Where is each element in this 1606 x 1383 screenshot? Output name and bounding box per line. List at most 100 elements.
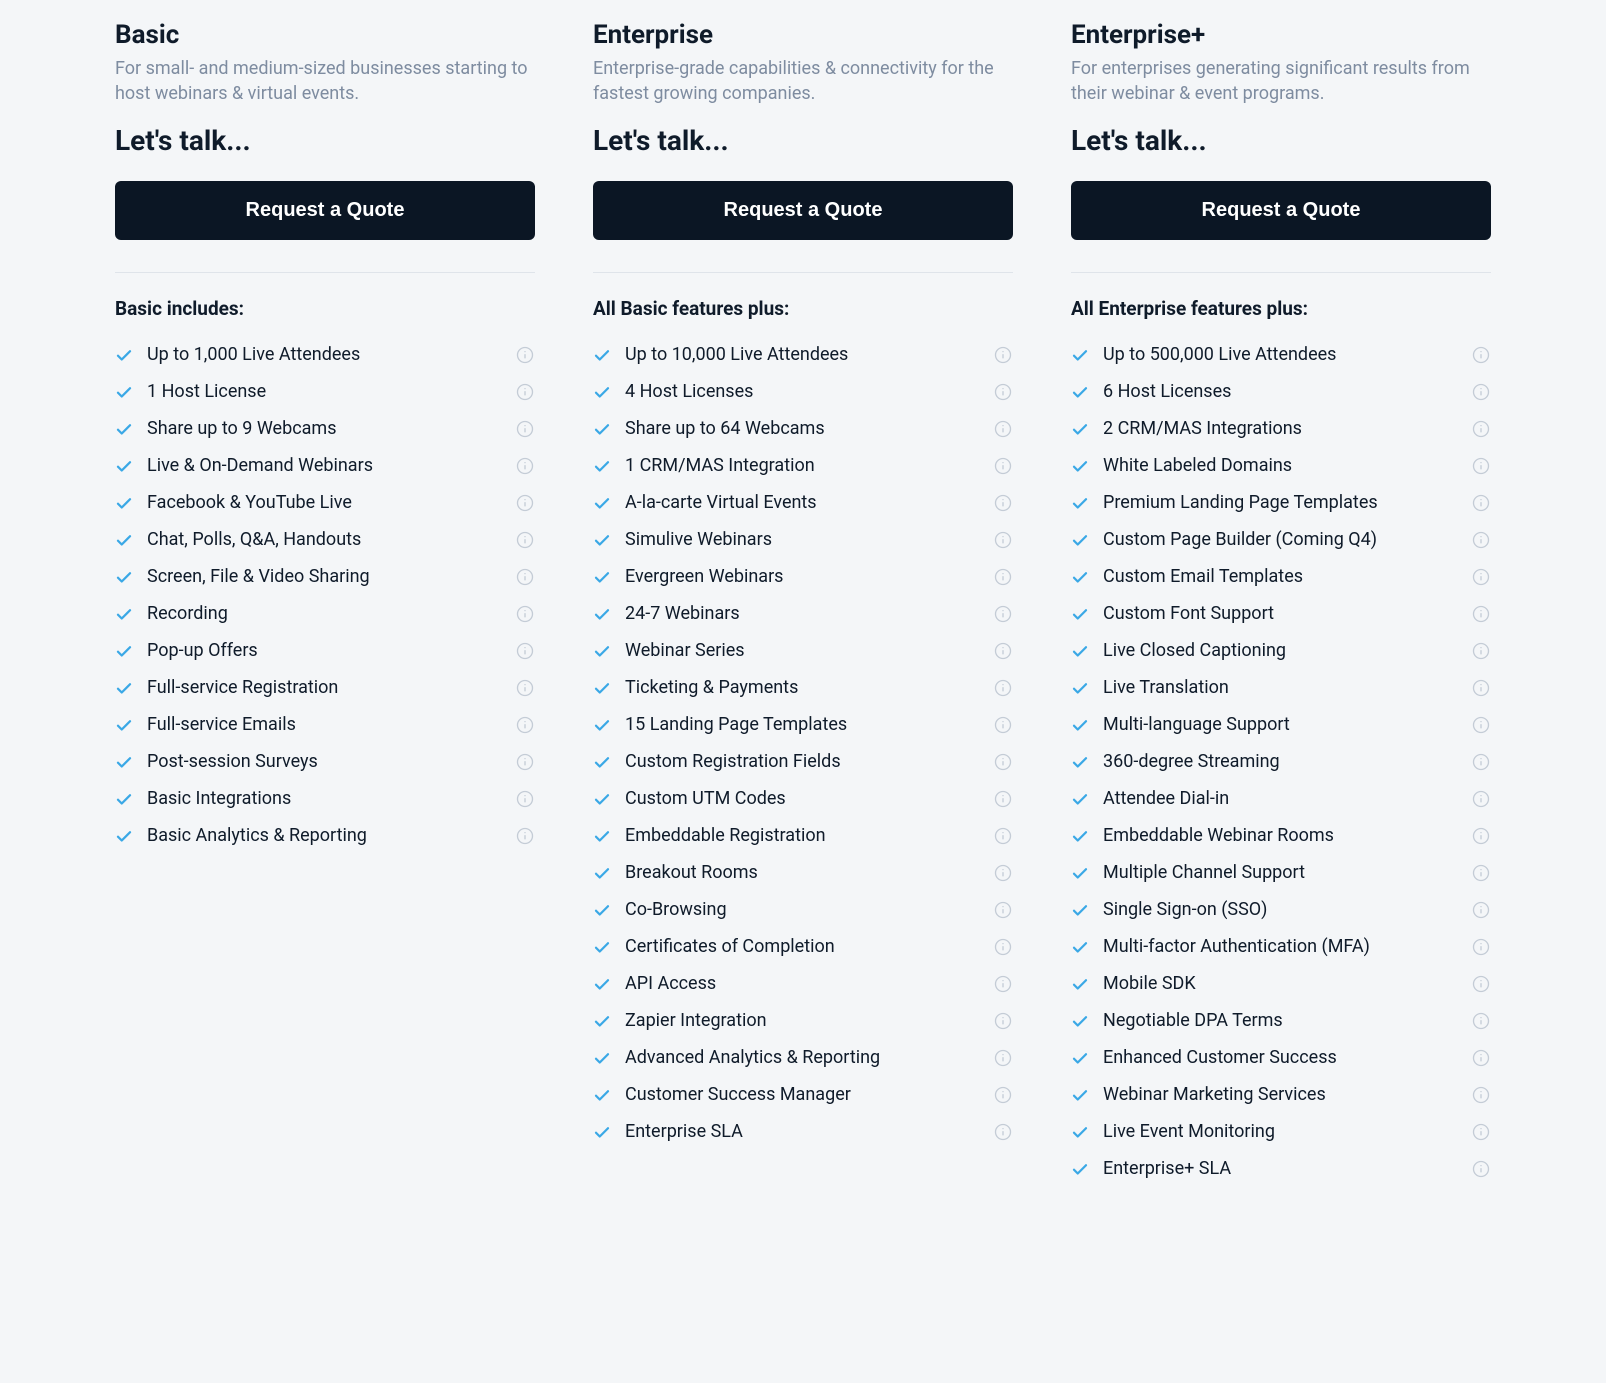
feature-item: Ticketing & Payments [593, 669, 1013, 706]
info-icon[interactable] [993, 1122, 1013, 1142]
check-icon [593, 568, 611, 586]
feature-item: Up to 500,000 Live Attendees [1071, 336, 1491, 373]
check-icon [593, 1012, 611, 1030]
check-icon [593, 605, 611, 623]
divider [115, 272, 535, 273]
feature-label: Negotiable DPA Terms [1103, 1010, 1471, 1031]
check-icon [115, 346, 133, 364]
info-icon[interactable] [993, 789, 1013, 809]
info-icon[interactable] [1471, 900, 1491, 920]
info-icon[interactable] [515, 789, 535, 809]
info-icon[interactable] [993, 900, 1013, 920]
plan-lets-talk: Let's talk... [115, 124, 535, 157]
info-icon[interactable] [1471, 937, 1491, 957]
check-icon [115, 383, 133, 401]
info-icon[interactable] [1471, 1085, 1491, 1105]
info-icon[interactable] [993, 752, 1013, 772]
info-icon[interactable] [993, 1048, 1013, 1068]
info-icon[interactable] [993, 456, 1013, 476]
check-icon [1071, 790, 1089, 808]
info-icon[interactable] [993, 863, 1013, 883]
info-icon[interactable] [515, 641, 535, 661]
info-icon[interactable] [1471, 826, 1491, 846]
info-icon[interactable] [515, 678, 535, 698]
info-icon[interactable] [1471, 974, 1491, 994]
feature-label: Up to 500,000 Live Attendees [1103, 344, 1471, 365]
info-icon[interactable] [1471, 641, 1491, 661]
check-icon [115, 531, 133, 549]
feature-label: Multi-language Support [1103, 714, 1471, 735]
check-icon [593, 420, 611, 438]
check-icon [593, 531, 611, 549]
info-icon[interactable] [993, 1085, 1013, 1105]
feature-label: 4 Host Licenses [625, 381, 993, 402]
info-icon[interactable] [515, 382, 535, 402]
info-icon[interactable] [993, 641, 1013, 661]
info-icon[interactable] [993, 493, 1013, 513]
info-icon[interactable] [1471, 456, 1491, 476]
info-icon[interactable] [993, 826, 1013, 846]
info-icon[interactable] [993, 567, 1013, 587]
info-icon[interactable] [1471, 1122, 1491, 1142]
request-quote-button[interactable]: Request a Quote [1071, 181, 1491, 240]
info-icon[interactable] [993, 678, 1013, 698]
feature-item: 24-7 Webinars [593, 595, 1013, 632]
info-icon[interactable] [1471, 382, 1491, 402]
info-icon[interactable] [1471, 604, 1491, 624]
check-icon [1071, 679, 1089, 697]
feature-label: Live Closed Captioning [1103, 640, 1471, 661]
feature-item: Co-Browsing [593, 891, 1013, 928]
info-icon[interactable] [515, 419, 535, 439]
info-icon[interactable] [1471, 715, 1491, 735]
info-icon[interactable] [515, 345, 535, 365]
check-icon [593, 383, 611, 401]
feature-label: Multi-factor Authentication (MFA) [1103, 936, 1471, 957]
feature-item: 15 Landing Page Templates [593, 706, 1013, 743]
check-icon [593, 1123, 611, 1141]
info-icon[interactable] [1471, 345, 1491, 365]
info-icon[interactable] [1471, 1159, 1491, 1179]
feature-item: Live Closed Captioning [1071, 632, 1491, 669]
feature-item: Live Event Monitoring [1071, 1113, 1491, 1150]
info-icon[interactable] [515, 456, 535, 476]
info-icon[interactable] [1471, 863, 1491, 883]
info-icon[interactable] [1471, 789, 1491, 809]
feature-item: Negotiable DPA Terms [1071, 1002, 1491, 1039]
info-icon[interactable] [1471, 530, 1491, 550]
info-icon[interactable] [1471, 1011, 1491, 1031]
feature-item: Custom Font Support [1071, 595, 1491, 632]
info-icon[interactable] [1471, 567, 1491, 587]
info-icon[interactable] [993, 345, 1013, 365]
info-icon[interactable] [515, 715, 535, 735]
info-icon[interactable] [1471, 752, 1491, 772]
info-icon[interactable] [993, 937, 1013, 957]
info-icon[interactable] [1471, 1048, 1491, 1068]
info-icon[interactable] [993, 419, 1013, 439]
feature-item: 6 Host Licenses [1071, 373, 1491, 410]
feature-label: Basic Analytics & Reporting [147, 825, 515, 846]
info-icon[interactable] [515, 530, 535, 550]
check-icon [1071, 420, 1089, 438]
feature-item: Screen, File & Video Sharing [115, 558, 535, 595]
check-icon [115, 827, 133, 845]
request-quote-button[interactable]: Request a Quote [593, 181, 1013, 240]
info-icon[interactable] [515, 604, 535, 624]
info-icon[interactable] [515, 493, 535, 513]
info-icon[interactable] [993, 530, 1013, 550]
info-icon[interactable] [993, 715, 1013, 735]
request-quote-button[interactable]: Request a Quote [115, 181, 535, 240]
info-icon[interactable] [993, 1011, 1013, 1031]
feature-item: 2 CRM/MAS Integrations [1071, 410, 1491, 447]
info-icon[interactable] [515, 826, 535, 846]
feature-item: Attendee Dial-in [1071, 780, 1491, 817]
info-icon[interactable] [1471, 493, 1491, 513]
info-icon[interactable] [1471, 678, 1491, 698]
info-icon[interactable] [993, 604, 1013, 624]
info-icon[interactable] [993, 974, 1013, 994]
info-icon[interactable] [515, 752, 535, 772]
info-icon[interactable] [993, 382, 1013, 402]
info-icon[interactable] [515, 567, 535, 587]
check-icon [593, 864, 611, 882]
feature-label: Breakout Rooms [625, 862, 993, 883]
info-icon[interactable] [1471, 419, 1491, 439]
